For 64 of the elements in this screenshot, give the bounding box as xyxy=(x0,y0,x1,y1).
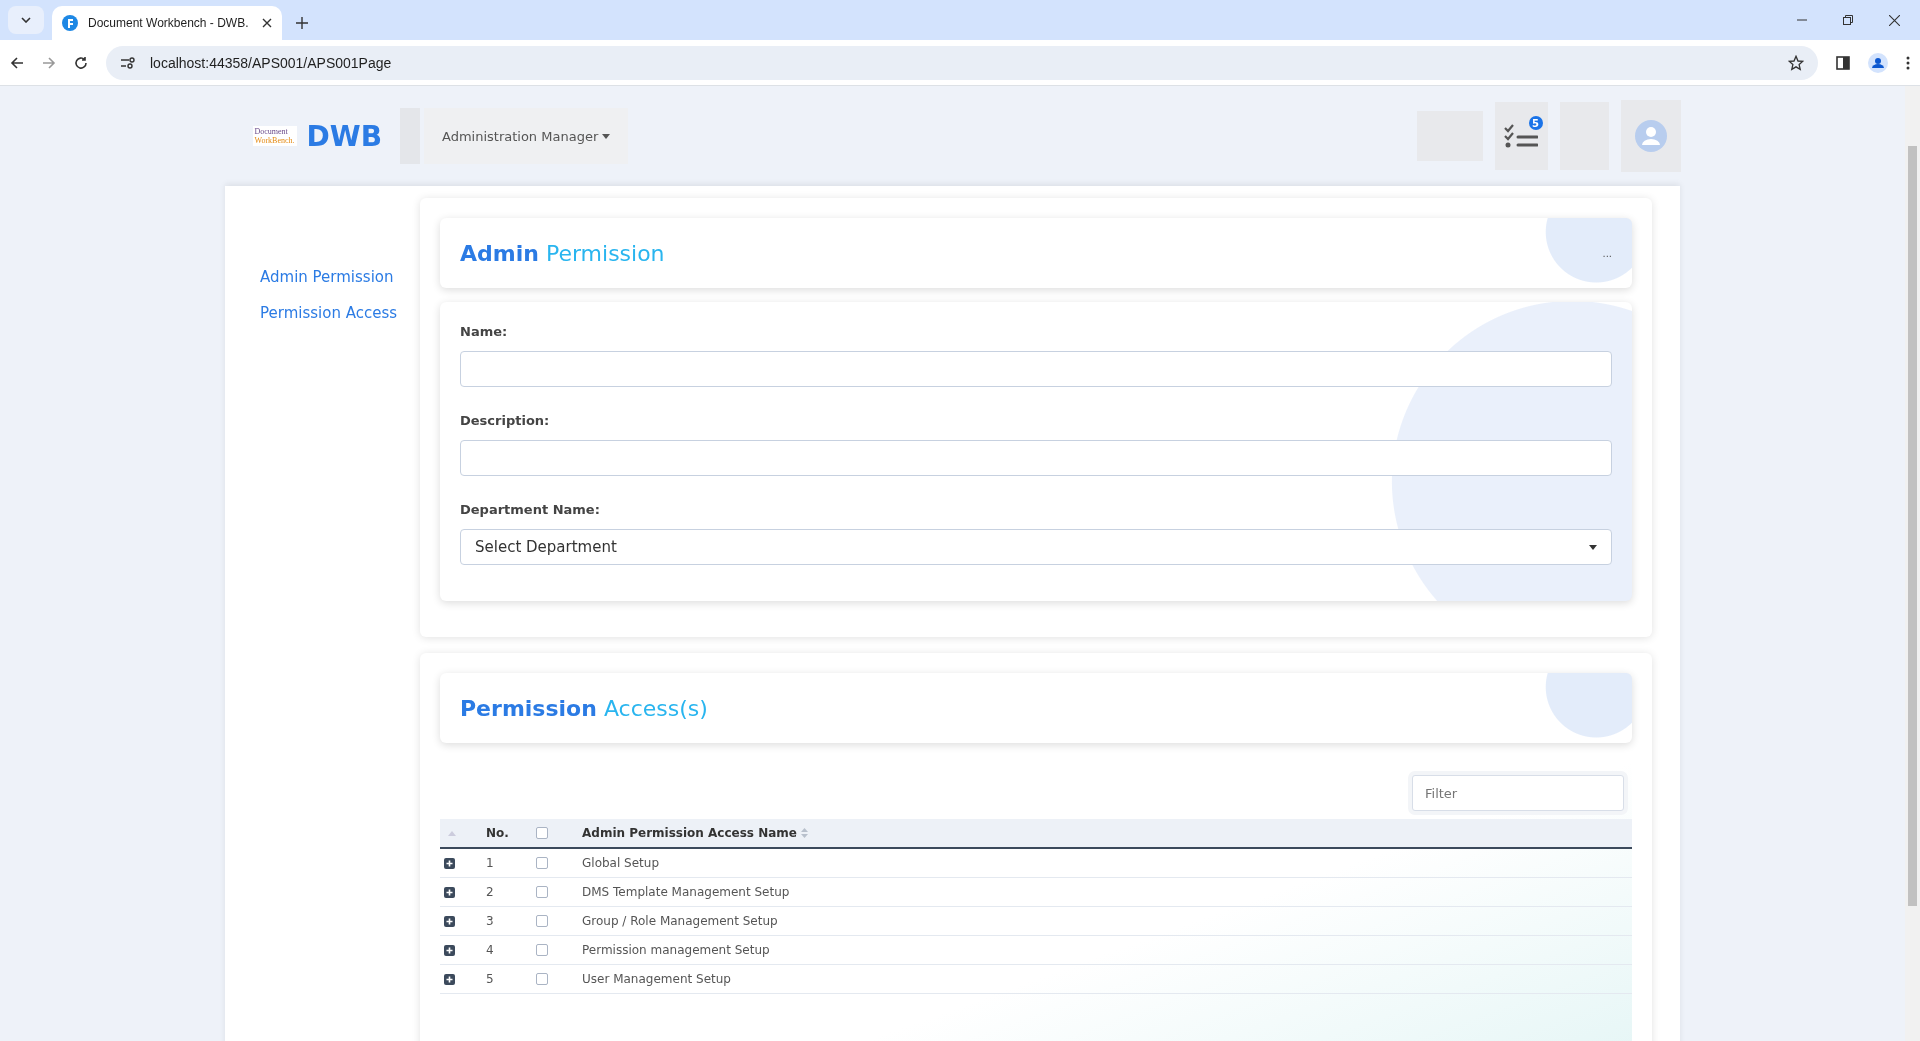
more-button[interactable]: ... xyxy=(1602,247,1612,259)
logo-text: WorkBench. xyxy=(254,136,295,145)
caret-icon xyxy=(1589,544,1597,550)
close-icon[interactable] xyxy=(262,18,272,28)
forward-icon[interactable] xyxy=(42,55,56,70)
row-checkbox[interactable] xyxy=(536,973,548,985)
expand-icon[interactable] xyxy=(444,915,455,927)
table-cell-text: DMS Template Management Setup xyxy=(582,885,791,899)
browser-tab[interactable]: Document Workbench - DWB. xyxy=(52,6,282,40)
logo-text: Document xyxy=(254,127,289,136)
table-cell-text: 1 xyxy=(486,856,495,870)
department-select[interactable]: Select Department xyxy=(460,529,1612,565)
panel-title: Admin Permission xyxy=(460,240,665,266)
task-count-badge: 5 xyxy=(1528,116,1543,130)
table-cell-text: 3 xyxy=(486,914,495,928)
address-bar[interactable]: localhost:44358/APS001/APS001Page xyxy=(106,45,1818,80)
scrollbar[interactable] xyxy=(1905,86,1920,1041)
restore-icon[interactable] xyxy=(1843,14,1853,25)
module-dropdown[interactable]: Administration Manager xyxy=(424,108,629,164)
table-cell-text: 4 xyxy=(486,943,495,957)
new-tab-icon[interactable] xyxy=(296,17,308,29)
sidebar-link[interactable]: Permission Access xyxy=(260,304,420,322)
row-checkbox[interactable] xyxy=(536,944,548,956)
column-header: No. xyxy=(486,826,510,840)
column-header[interactable]: Admin Permission Access Name xyxy=(582,826,1632,840)
brand-name: DWB xyxy=(306,119,382,153)
user-avatar-icon xyxy=(1634,120,1667,152)
site-icon xyxy=(62,15,78,31)
table-cell-text: Global Setup xyxy=(582,856,661,870)
input-field[interactable] xyxy=(460,440,1612,476)
input-field[interactable] xyxy=(460,351,1612,387)
reload-icon[interactable] xyxy=(74,55,88,70)
back-icon[interactable] xyxy=(10,55,24,70)
caret-icon xyxy=(602,133,611,139)
tab-search-button[interactable] xyxy=(8,6,44,34)
field-label: Department Name: xyxy=(460,502,601,517)
field-label: Name: xyxy=(460,324,509,339)
task-list-button[interactable]: 5 xyxy=(1494,102,1548,170)
star-icon[interactable] xyxy=(1788,54,1804,71)
expand-icon[interactable] xyxy=(444,973,455,985)
url-text: localhost:44358/APS001/APS001Page xyxy=(150,54,393,71)
expand-icon[interactable] xyxy=(444,944,455,956)
row-checkbox[interactable] xyxy=(536,915,548,927)
row-checkbox[interactable] xyxy=(536,857,548,869)
profile-icon[interactable] xyxy=(1868,52,1888,73)
menu-icon[interactable] xyxy=(1906,55,1910,70)
row-checkbox[interactable] xyxy=(536,886,548,898)
tab-title: Document Workbench - DWB. xyxy=(88,16,250,30)
expand-icon[interactable] xyxy=(444,857,455,869)
table-cell-text: Group / Role Management Setup xyxy=(582,914,779,928)
field-label: Description: xyxy=(460,413,551,428)
table-cell-text: 5 xyxy=(486,972,495,986)
table-cell-text: User Management Setup xyxy=(582,972,732,986)
expand-icon[interactable] xyxy=(444,886,455,898)
select-all-checkbox[interactable] xyxy=(536,827,548,839)
filter-field[interactable]: Filter xyxy=(1412,775,1624,811)
side-panel-icon[interactable] xyxy=(1836,55,1850,70)
chevron-down-icon xyxy=(21,17,31,23)
site-settings-icon[interactable] xyxy=(120,55,136,70)
table-cell-text: Permission management Setup xyxy=(582,943,771,957)
close-icon[interactable] xyxy=(1889,14,1900,26)
panel-title: Permission Access(s) xyxy=(460,695,708,721)
sidebar-link[interactable]: Admin Permission xyxy=(260,268,420,286)
table-cell-text: 2 xyxy=(486,885,495,899)
